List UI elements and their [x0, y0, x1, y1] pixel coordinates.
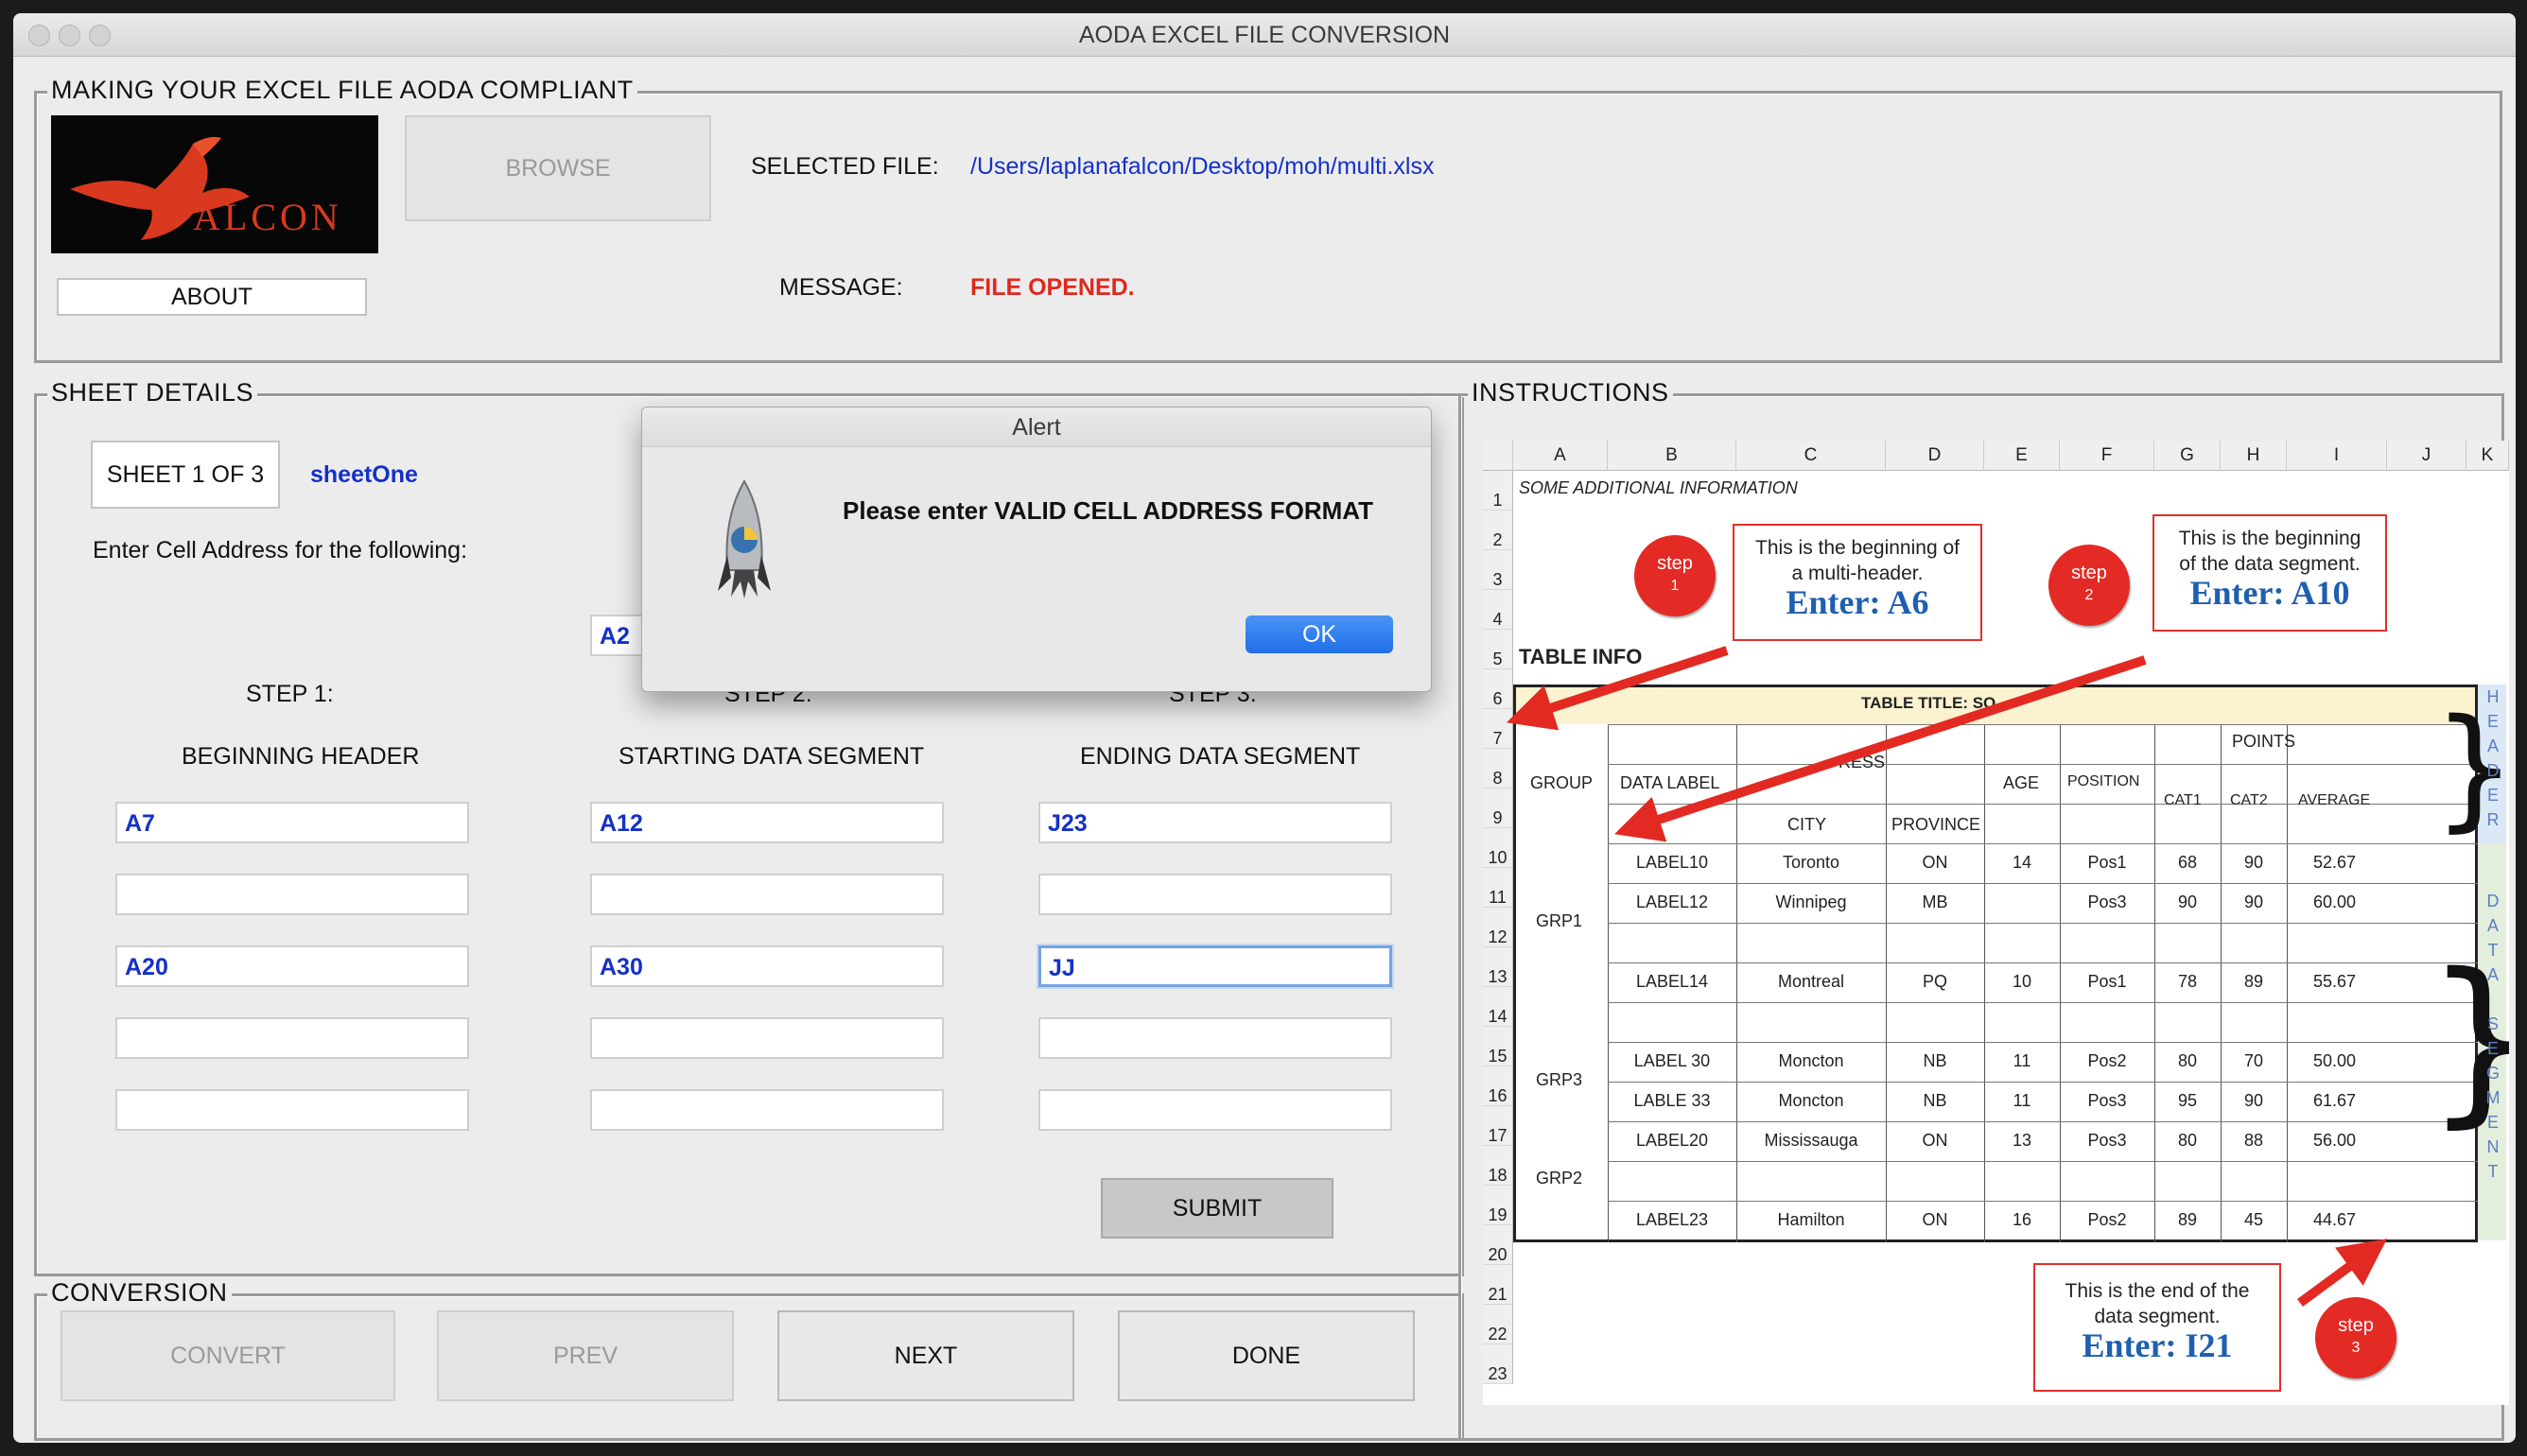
done-button[interactable]: DONE: [1118, 1310, 1415, 1401]
instruction-spreadsheet-image: A B C D E F G H I J K 1 2 3 4 5 6 7 8 9 10 11 12 13 1…: [1483, 441, 2509, 1405]
python-rocket-icon: [718, 479, 771, 602]
step1-field-3[interactable]: A20: [115, 945, 469, 987]
arrow-step1: [1506, 646, 1729, 731]
step2-field-5[interactable]: [590, 1089, 944, 1131]
step3-field-4[interactable]: [1038, 1017, 1392, 1059]
compliance-group-label: MAKING YOUR EXCEL FILE AODA COMPLIANT: [47, 76, 637, 105]
falcon-logo: ALCON: [51, 115, 378, 253]
about-button[interactable]: ABOUT: [57, 278, 367, 316]
step2-field-2[interactable]: [590, 874, 944, 915]
arrow-step3: [2297, 1239, 2388, 1308]
browse-button[interactable]: BROWSE: [405, 115, 711, 221]
message-label: MESSAGE:: [779, 274, 903, 301]
arrow-step2: [1613, 655, 2147, 842]
conversion-label: CONVERSION: [47, 1278, 232, 1308]
prev-button[interactable]: PREV: [437, 1310, 734, 1401]
alert-ok-button[interactable]: OK: [1246, 615, 1393, 653]
step1-title: BEGINNING HEADER: [182, 743, 420, 770]
submit-button[interactable]: SUBMIT: [1101, 1178, 1333, 1239]
instructions-label: INSTRUCTIONS: [1468, 378, 1673, 407]
step3-field-3[interactable]: JJ: [1038, 945, 1392, 987]
next-button[interactable]: NEXT: [777, 1310, 1074, 1401]
step3-field-2[interactable]: [1038, 874, 1392, 915]
step2-field-1[interactable]: A12: [590, 802, 944, 843]
alert-message: Please enter VALID CELL ADDRESS FORMAT: [843, 496, 1374, 525]
sheet-name: sheetOne: [310, 461, 418, 488]
alert-title: Alert: [642, 407, 1431, 447]
step3-title: ENDING DATA SEGMENT: [1080, 743, 1361, 770]
app-window: AODA EXCEL FILE CONVERSION MAKING YOUR E…: [13, 13, 2516, 1443]
step1-field-5[interactable]: [115, 1089, 469, 1131]
selected-file-path: /Users/laplanafalcon/Desktop/moh/multi.x…: [970, 153, 1435, 180]
message-value: FILE OPENED.: [970, 274, 1135, 301]
sheet-selector-button[interactable]: SHEET 1 OF 3: [91, 441, 280, 509]
step2-title: STARTING DATA SEGMENT: [619, 743, 925, 770]
step1-field-2[interactable]: [115, 874, 469, 915]
step1-label: STEP 1:: [246, 681, 334, 707]
step3-field-1[interactable]: J23: [1038, 802, 1392, 843]
logo-text: ALCON: [193, 196, 342, 238]
step2-field-3[interactable]: A30: [590, 945, 944, 987]
convert-button[interactable]: CONVERT: [61, 1310, 395, 1401]
cell-address-prompt: Enter Cell Address for the following:: [93, 537, 468, 563]
title-bar: AODA EXCEL FILE CONVERSION: [13, 13, 2516, 57]
alert-dialog: Alert Please enter VALID CELL ADDRESS FO…: [641, 407, 1432, 692]
window-title: AODA EXCEL FILE CONVERSION: [1078, 22, 1451, 48]
arrows-overlay: [1506, 646, 2388, 1308]
step3-field-5[interactable]: [1038, 1089, 1392, 1131]
step1-field-4[interactable]: [115, 1017, 469, 1059]
step1-field-1[interactable]: A7: [115, 802, 469, 843]
selected-file-label: SELECTED FILE:: [751, 153, 939, 180]
sheet-details-label: SHEET DETAILS: [47, 378, 258, 407]
step2-field-4[interactable]: [590, 1017, 944, 1059]
